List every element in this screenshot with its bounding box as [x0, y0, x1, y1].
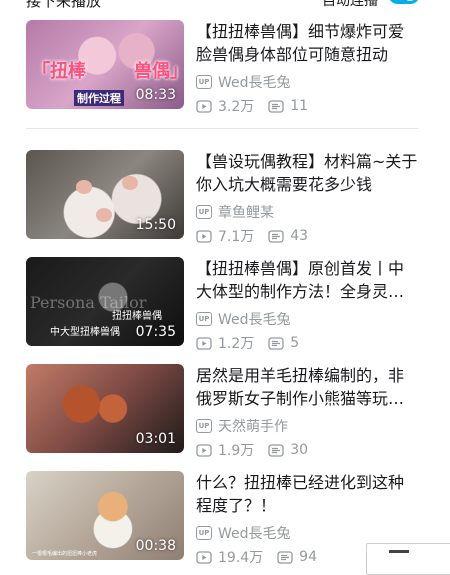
video-title[interactable]: 【兽设玩偶教程】材料篇~关于你入坑大概需要花多少钱 — [196, 150, 418, 196]
video-thumbnail[interactable]: Persona Tailor 扭扭棒兽偶 中大型扭棒兽偶 07:35 — [26, 257, 184, 346]
thumbnail-decoration — [122, 176, 138, 190]
uploader-row[interactable]: UP 天然萌手作 — [196, 416, 288, 436]
section-divider — [26, 128, 418, 129]
thumbnail-subtext: 中大型扭棒兽偶 — [50, 327, 120, 338]
play-count-icon — [196, 550, 212, 564]
video-stats: 1.9万 30 — [196, 440, 308, 460]
video-duration: 07:35 — [135, 324, 176, 340]
video-title[interactable]: 【扭扭棒兽偶】细节爆炸可爱脸兽偶身体部位可随意扭动 — [196, 20, 418, 66]
uploader-row[interactable]: UP Wed長毛兔 — [196, 523, 291, 543]
video-stats: 3.2万 11 — [196, 96, 308, 116]
up-icon: UP — [196, 419, 212, 433]
video-thumbnail[interactable]: 15:50 — [26, 150, 184, 239]
uploader-name: 天然萌手作 — [218, 419, 288, 435]
uploader-name: Wed長毛兔 — [218, 312, 291, 328]
play-count: 3.2万 — [218, 99, 255, 115]
uploader-name: Wed長毛兔 — [218, 526, 291, 542]
play-count: 7.1万 — [218, 229, 255, 245]
danmaku-count: 5 — [290, 335, 300, 351]
video-duration: 15:50 — [135, 217, 176, 233]
video-stats: 1.2万 5 — [196, 333, 299, 353]
uploader-name: Wed長毛兔 — [218, 75, 291, 91]
uploader-row[interactable]: UP Wed長毛兔 — [196, 72, 291, 92]
toggle-knob — [403, 0, 417, 1]
play-count-icon — [196, 99, 212, 113]
danmaku-icon — [277, 550, 293, 564]
up-icon: UP — [196, 205, 212, 219]
thumbnail-text: 「扭棒 — [32, 61, 86, 82]
play-count-icon — [196, 229, 212, 243]
up-icon: UP — [196, 312, 212, 326]
video-title[interactable]: 【扭扭棒兽偶】原创首发丨中大体型的制作方法！全身灵… — [196, 257, 418, 303]
autoplay-header: 接下来播放 自动连播 — [0, 0, 450, 12]
autoplay-toggle[interactable] — [388, 0, 420, 4]
thumbnail-decoration — [96, 208, 112, 222]
video-stats: 7.1万 43 — [196, 226, 308, 246]
up-next-title: 接下来播放 — [26, 0, 102, 10]
up-icon: UP — [196, 526, 212, 540]
thumbnail-text: 扭扭棒兽偶 — [112, 311, 162, 322]
danmaku-icon — [268, 443, 284, 457]
danmaku-count: 43 — [290, 228, 309, 244]
video-title[interactable]: 什么？扭扭棒已经进化到这种程度了？！ — [196, 471, 418, 517]
play-count-icon — [196, 443, 212, 457]
up-icon: UP — [196, 75, 212, 89]
video-duration: 03:01 — [135, 431, 176, 447]
video-duration: 00:38 — [135, 538, 176, 554]
danmaku-count: 11 — [290, 98, 309, 114]
danmaku-count: 94 — [299, 549, 317, 565]
video-thumbnail[interactable]: 一根根毛编出的扭扭棒小老虎 00:38 — [26, 471, 184, 560]
video-thumbnail[interactable]: 03:01 — [26, 364, 184, 453]
play-count: 1.2万 — [218, 336, 255, 352]
play-count-icon — [196, 336, 212, 350]
autoplay-label: 自动连播 — [322, 0, 378, 9]
video-stats: 19.4万 94 — [196, 547, 317, 567]
uploader-row[interactable]: UP Wed長毛兔 — [196, 309, 291, 329]
video-title[interactable]: 居然是用羊毛扭棒编制的，非俄罗斯女子制作小熊猫等玩… — [196, 364, 418, 410]
danmaku-icon — [268, 99, 284, 113]
video-duration: 08:33 — [135, 87, 176, 103]
thumbnail-subtext: 制作过程 — [74, 90, 124, 106]
uploader-name: 章鱼鲤某 — [218, 205, 274, 221]
play-count: 1.9万 — [218, 443, 255, 459]
uploader-row[interactable]: UP 章鱼鲤某 — [196, 202, 274, 222]
thumbnail-decoration — [76, 180, 92, 194]
thumbnail-text: 兽偶」 — [134, 61, 184, 82]
floating-widget[interactable] — [366, 543, 450, 575]
danmaku-count: 30 — [290, 442, 309, 458]
danmaku-icon — [268, 229, 284, 243]
video-thumbnail[interactable]: 「扭棒 兽偶」 制作过程 08:33 — [26, 20, 184, 109]
widget-bar — [389, 550, 409, 553]
thumbnail-caption: 一根根毛编出的扭扭棒小老虎 — [32, 551, 98, 557]
play-count: 19.4万 — [218, 550, 264, 566]
danmaku-icon — [268, 336, 284, 350]
